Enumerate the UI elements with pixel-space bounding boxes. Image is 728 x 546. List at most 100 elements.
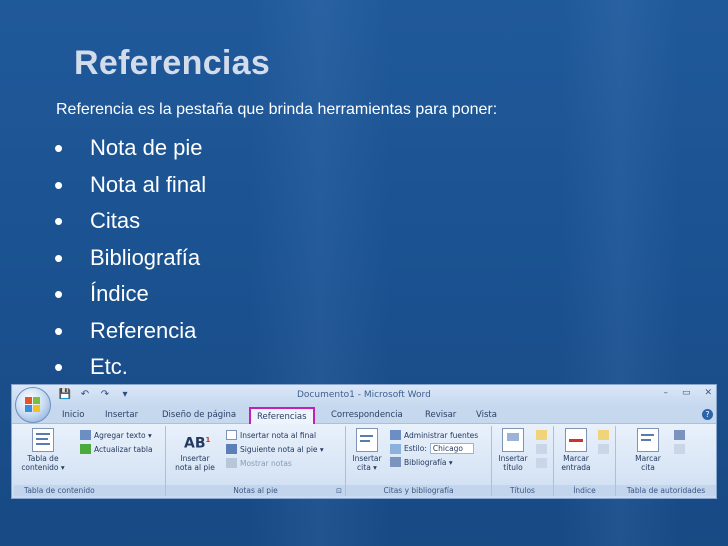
tab-vista[interactable]: Vista [476, 410, 497, 420]
insert-table-of-authorities-icon[interactable] [674, 430, 685, 440]
slide: Referencias Referencia es la pestaña que… [0, 0, 728, 546]
estilo-label: Estilo: [404, 444, 427, 453]
bullet-icon: • [54, 352, 64, 383]
close-icon[interactable]: ✕ [704, 388, 712, 398]
bullet-icon: • [54, 242, 64, 273]
insertar-nota-label-1: Insertar [180, 454, 210, 463]
footnote-superscript: 1 [205, 436, 211, 444]
office-button[interactable] [15, 387, 51, 423]
bullet-text: Índice [90, 281, 149, 307]
title-bar: 💾 ↶ ↷ ▾ Documento1 - Microsoft Word – ▭ … [12, 385, 716, 407]
insert-index-icon[interactable] [598, 430, 609, 440]
window-title: Documento1 - Microsoft Word [297, 390, 431, 400]
agregar-texto-button[interactable]: Agregar texto ▾ [80, 430, 152, 440]
bibliografia-button[interactable]: Bibliografía ▾ [390, 457, 453, 467]
insertar-titulo-label-1: Insertar [498, 454, 528, 463]
group-citas-y-bibliografia: Insertar cita ▾ Administrar fuentes Esti… [346, 426, 492, 496]
bullet-item: • Nota al final [54, 167, 206, 204]
administrar-fuentes-button[interactable]: Administrar fuentes [390, 430, 478, 440]
help-icon[interactable]: ? [702, 409, 713, 420]
group-caption: Notas al pie [166, 485, 345, 496]
group-tabla-de-autoridades: Marcar cita Tabla de autoridades [616, 426, 716, 496]
ribbon: Tabla de contenido ▾ Agregar texto ▾ Act… [12, 424, 716, 498]
redo-icon[interactable]: ↷ [98, 388, 112, 402]
insert-caption-icon [502, 428, 524, 452]
group-titulos: Insertar título Títulos [492, 426, 554, 496]
mark-entry-icon [565, 428, 587, 452]
group-indice: Marcar entrada Índice [554, 426, 616, 496]
tab-diseno-de-pagina[interactable]: Diseño de página [162, 410, 236, 420]
insertar-nota-al-final-button[interactable]: Insertar nota al final [226, 430, 316, 440]
customize-qat-icon[interactable]: ▾ [118, 388, 132, 402]
footnote-icon: AB1 [184, 428, 210, 452]
bullet-item: • Referencia [54, 313, 206, 350]
bullet-item: • Etc. [54, 349, 206, 386]
insertar-cita-button[interactable]: Insertar cita ▾ [348, 428, 386, 472]
group-caption: Índice [554, 485, 615, 496]
bullet-text: Nota de pie [90, 135, 203, 161]
window-controls: – ▭ ✕ [663, 388, 712, 398]
bullet-list: • Nota de pie • Nota al final • Citas • Bibl… [54, 130, 206, 386]
dialog-launcher-icon[interactable]: ⊡ [336, 487, 342, 495]
group-caption: Citas y bibliografía [346, 485, 491, 496]
update-index-icon[interactable] [598, 444, 609, 454]
restore-icon[interactable]: ▭ [682, 388, 691, 398]
insertar-nota-label-2: nota al pie [175, 463, 215, 472]
tab-correspondencia[interactable]: Correspondencia [331, 410, 403, 420]
quick-access-toolbar: 💾 ↶ ↷ ▾ [58, 388, 132, 402]
bullet-icon: • [54, 279, 64, 310]
marcar-cita-label-2: cita [641, 463, 655, 472]
mostrar-notas-button[interactable]: Mostrar notas [226, 458, 292, 468]
marcar-entrada-label-2: entrada [561, 463, 591, 472]
tabla-de-contenido-button[interactable]: Tabla de contenido ▾ [18, 428, 68, 472]
insertar-nota-al-pie-button[interactable]: AB1 Insertar nota al pie [170, 428, 220, 472]
marcar-cita-button[interactable]: Marcar cita [630, 428, 666, 472]
tab-revisar[interactable]: Revisar [425, 410, 456, 420]
minimize-icon[interactable]: – [663, 388, 668, 398]
endnote-icon [226, 430, 237, 440]
agregar-texto-label: Agregar texto ▾ [94, 430, 152, 440]
add-text-icon [80, 430, 91, 440]
bullet-text: Nota al final [90, 171, 207, 197]
ribbon-tabs: Inicio Insertar Diseño de página Referen… [12, 407, 716, 425]
group-caption: Tabla de autoridades [616, 485, 716, 496]
update-table-icon [80, 444, 91, 454]
bullet-text: Citas [90, 208, 141, 234]
style-icon [390, 443, 401, 454]
nota-al-final-label: Insertar nota al final [240, 430, 317, 440]
bibliografia-label: Bibliografía ▾ [404, 457, 453, 467]
insert-table-of-figures-icon[interactable] [536, 430, 547, 440]
actualizar-tabla-button[interactable]: Actualizar tabla [80, 444, 153, 454]
office-logo-icon [25, 397, 41, 413]
marcar-entrada-button[interactable]: Marcar entrada [557, 428, 595, 472]
undo-icon[interactable]: ↶ [78, 388, 92, 402]
siguiente-nota-button[interactable]: Siguiente nota al pie ▾ [226, 444, 324, 454]
bullet-item: • Índice [54, 276, 206, 313]
insertar-titulo-button[interactable]: Insertar título [495, 428, 531, 472]
update-table-icon[interactable] [674, 444, 685, 454]
marcar-cita-label-1: Marcar [635, 454, 661, 463]
group-caption: Tabla de contenido [14, 485, 165, 496]
tabla-de-contenido-label-2: contenido ▾ [21, 463, 65, 472]
bullet-item: • Citas [54, 203, 206, 240]
slide-intro: Referencia es la pestaña que brinda herr… [56, 101, 498, 118]
next-footnote-icon [226, 444, 237, 454]
tab-insertar[interactable]: Insertar [105, 410, 138, 420]
marcar-entrada-label-1: Marcar [563, 454, 589, 463]
bullet-item: • Nota de pie [54, 130, 206, 167]
slide-title: Referencias [74, 44, 271, 82]
insertar-cita-label-2: cita ▾ [357, 463, 377, 472]
cross-reference-icon[interactable] [536, 458, 547, 468]
show-notes-icon [226, 458, 237, 468]
mark-citation-icon [637, 428, 659, 452]
bullet-icon: • [54, 169, 64, 200]
update-table-icon[interactable] [536, 444, 547, 454]
insertar-titulo-label-2: título [503, 463, 523, 472]
estilo-select[interactable]: Chicago [429, 443, 474, 454]
save-icon[interactable]: 💾 [58, 388, 72, 402]
tab-inicio[interactable]: Inicio [62, 410, 85, 420]
bullet-text: Referencia [90, 317, 197, 343]
actualizar-tabla-label: Actualizar tabla [94, 444, 153, 454]
insert-citation-icon [356, 428, 378, 452]
tab-referencias[interactable]: Referencias [249, 407, 315, 425]
